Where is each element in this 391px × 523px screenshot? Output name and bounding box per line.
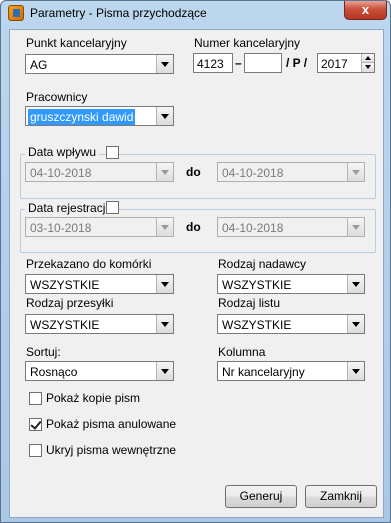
numer-dash: – — [235, 56, 242, 70]
data-wplywu-from-date[interactable]: 04-10-2018 — [25, 162, 174, 182]
data-rejestracji-label: Data rejestracji — [25, 201, 112, 215]
pokaz-kopie-label[interactable]: Pokaż kopie pism — [46, 391, 140, 405]
close-button[interactable]: x — [344, 1, 387, 20]
zamknij-button[interactable]: Zamknij — [305, 485, 377, 508]
ukryj-wewnetrzne-checkbox[interactable] — [29, 444, 42, 457]
chevron-down-icon[interactable] — [347, 163, 364, 181]
rodzaj-listu-value: WSZYSTKIE — [222, 318, 292, 332]
data-wplywu-do-label: do — [186, 165, 201, 179]
data-wplywu-to-date[interactable]: 04-10-2018 — [217, 162, 365, 182]
window-title: Parametry - Pisma przychodzące — [30, 6, 207, 20]
data-rejestracji-checkbox[interactable] — [106, 201, 119, 214]
rodzaj-przesylki-label: Rodzaj przesyłki — [26, 296, 114, 310]
rodzaj-nadawcy-select[interactable]: WSZYSTKIE — [217, 274, 365, 294]
rodzaj-nadawcy-label: Rodzaj nadawcy — [218, 257, 307, 271]
chevron-down-icon[interactable] — [156, 362, 173, 380]
przekazano-label: Przekazano do komórki — [26, 257, 152, 271]
generuj-button[interactable]: Generuj — [225, 485, 297, 508]
data-rejestracji-to-value: 04-10-2018 — [222, 221, 284, 235]
przekazano-value: WSZYSTKIE — [30, 278, 100, 292]
dialog-window: Parametry - Pisma przychodzące x Punkt k… — [0, 0, 391, 523]
data-wplywu-label: Data wpływu — [25, 145, 100, 159]
sortuj-label: Sortuj: — [26, 345, 61, 359]
punkt-kancelaryjny-value: AG — [30, 58, 48, 72]
data-rejestracji-from-date[interactable]: 03-10-2018 — [25, 217, 174, 237]
numer-kancelaryjny-input[interactable]: 4123 — [193, 53, 233, 73]
rodzaj-nadawcy-value: WSZYSTKIE — [222, 278, 292, 292]
sortuj-select[interactable]: Rosnąco — [25, 361, 174, 381]
chevron-down-icon[interactable] — [156, 55, 173, 73]
rodzaj-przesylki-select[interactable]: WSZYSTKIE — [25, 314, 174, 334]
spin-up-icon[interactable] — [361, 54, 374, 63]
chevron-down-icon[interactable] — [347, 275, 364, 293]
pokaz-anulowane-checkbox[interactable] — [29, 418, 42, 431]
pracownicy-select[interactable]: gruszczynski dawid — [25, 106, 174, 126]
pokaz-kopie-checkbox[interactable] — [29, 392, 42, 405]
app-icon — [8, 5, 24, 21]
chevron-down-icon[interactable] — [347, 362, 364, 380]
numer-kancelaryjny-input-2[interactable] — [244, 53, 282, 73]
data-wplywu-to-value: 04-10-2018 — [222, 166, 284, 180]
numer-separator: / P / — [286, 56, 308, 70]
title-bar[interactable]: Parametry - Pisma przychodzące x — [1, 1, 390, 25]
dialog-client-area: Punkt kancelaryjny AG Numer kancelaryjny… — [9, 29, 384, 518]
year-value: 2017 — [321, 57, 348, 71]
pracownicy-label: Pracownicy — [26, 90, 88, 104]
chevron-down-icon[interactable] — [347, 218, 364, 236]
rodzaj-listu-select[interactable]: WSZYSTKIE — [217, 314, 365, 334]
punkt-kancelaryjny-select[interactable]: AG — [25, 54, 174, 74]
data-rejestracji-do-label: do — [186, 220, 201, 234]
kolumna-label: Kolumna — [218, 345, 266, 359]
ukryj-wewnetrzne-label[interactable]: Ukryj pisma wewnętrzne — [46, 443, 176, 457]
chevron-down-icon[interactable] — [156, 163, 173, 181]
rodzaj-przesylki-value: WSZYSTKIE — [30, 318, 100, 332]
data-wplywu-from-value: 04-10-2018 — [30, 166, 92, 180]
sortuj-value: Rosnąco — [30, 365, 78, 379]
chevron-down-icon[interactable] — [347, 315, 364, 333]
numer-kancelaryjny-value: 4123 — [197, 57, 224, 71]
chevron-down-icon[interactable] — [156, 275, 173, 293]
pracownicy-value: gruszczynski dawid — [28, 109, 136, 125]
punkt-kancelaryjny-label: Punkt kancelaryjny — [26, 36, 127, 50]
data-rejestracji-from-value: 03-10-2018 — [30, 221, 92, 235]
numer-kancelaryjny-label: Numer kancelaryjny — [194, 36, 301, 50]
chevron-down-icon[interactable] — [156, 218, 173, 236]
chevron-down-icon[interactable] — [156, 107, 173, 125]
kolumna-value: Nr kancelaryjny — [222, 365, 305, 379]
data-wplywu-checkbox[interactable] — [106, 146, 119, 159]
kolumna-select[interactable]: Nr kancelaryjny — [217, 361, 365, 381]
data-rejestracji-to-date[interactable]: 04-10-2018 — [217, 217, 365, 237]
pokaz-anulowane-label[interactable]: Pokaż pisma anulowane — [46, 417, 176, 431]
chevron-down-icon[interactable] — [156, 315, 173, 333]
year-spinner[interactable]: 2017 — [317, 53, 375, 73]
spin-down-icon[interactable] — [361, 63, 374, 72]
przekazano-select[interactable]: WSZYSTKIE — [25, 274, 174, 294]
rodzaj-listu-label: Rodzaj listu — [218, 296, 281, 310]
